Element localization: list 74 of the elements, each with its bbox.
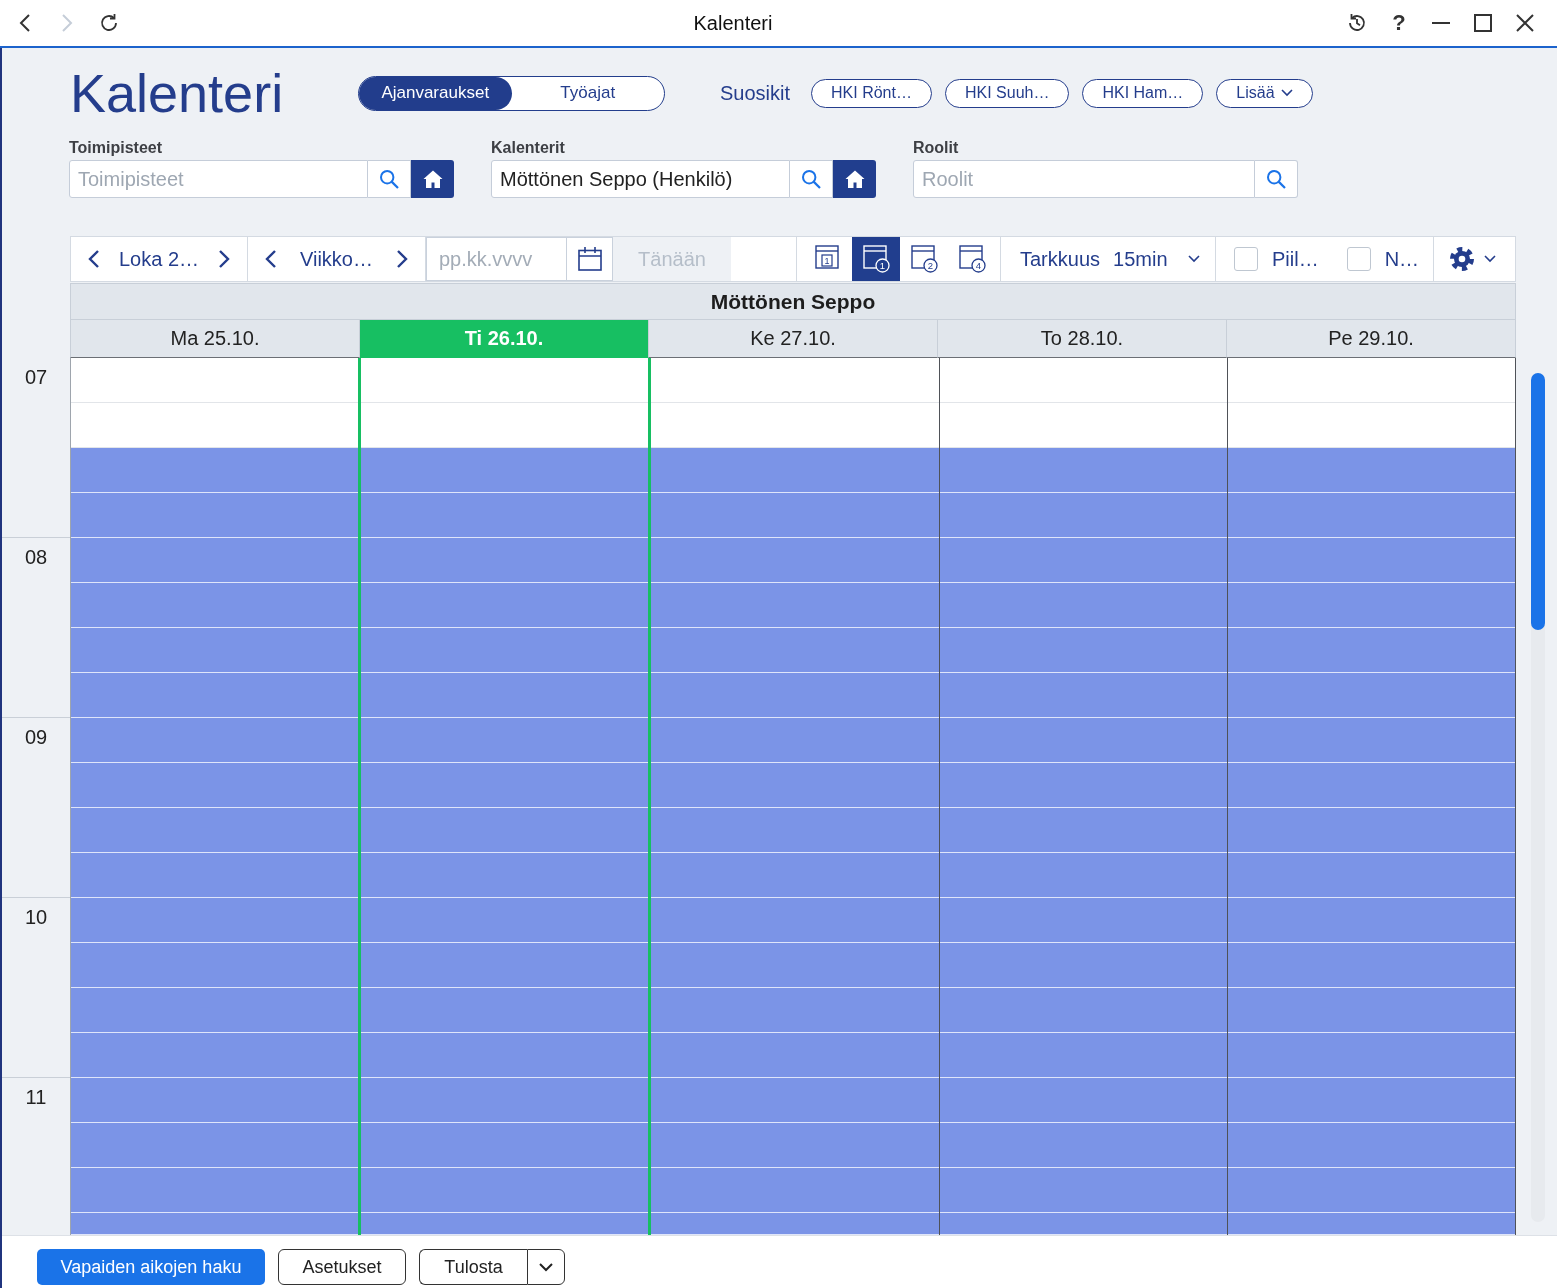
- search-button[interactable]: [790, 160, 833, 198]
- mode-tab[interactable]: Työajat: [511, 76, 664, 110]
- field-label: Kalenterit: [491, 138, 565, 158]
- chevron-right-icon: [396, 249, 408, 269]
- hour-label: 07: [24, 365, 48, 389]
- scrollbar-track[interactable]: [1531, 373, 1545, 1222]
- dropdown-toggle[interactable]: [527, 1249, 565, 1285]
- scrollbar-thumb[interactable]: [1531, 373, 1545, 630]
- close-icon: [1516, 14, 1534, 32]
- maximize-icon: [1474, 14, 1492, 32]
- day-header: Ti 26.10.: [360, 320, 649, 358]
- gear-icon: [1450, 247, 1474, 271]
- hour-label: 11: [25, 1085, 47, 1109]
- precision-label: Tarkkuus: [1020, 247, 1101, 271]
- day-header: Ke 27.10.: [649, 320, 938, 358]
- history-icon: [1347, 13, 1367, 33]
- field-label: Roolit: [913, 138, 959, 158]
- home-button[interactable]: [411, 160, 454, 198]
- chevron-down-icon: [539, 1262, 553, 1272]
- search-field[interactable]: Möttönen Seppo (Henkilö): [491, 160, 790, 198]
- hour-label: 08: [24, 545, 48, 569]
- help-button[interactable]: ?: [1378, 5, 1420, 41]
- search-icon: [1266, 169, 1286, 189]
- view-button[interactable]: 1: [804, 237, 852, 281]
- search-field[interactable]: Roolit: [913, 160, 1255, 198]
- chevron-right-icon: [218, 249, 230, 269]
- month-button[interactable]: Loka 2…: [117, 237, 201, 281]
- checkbox[interactable]: [1234, 247, 1258, 271]
- calendar-icon: [577, 247, 602, 271]
- date-field[interactable]: pp.kk.vvvv: [426, 237, 567, 281]
- hour-label: 09: [24, 725, 48, 749]
- search-icon: [801, 169, 821, 189]
- chevron-down-icon: [1484, 255, 1496, 263]
- window-title: Kalenteri: [693, 11, 773, 35]
- more-button[interactable]: Lisää: [1216, 78, 1313, 108]
- search-field[interactable]: Toimipisteet: [69, 160, 368, 198]
- chevron-left-icon: [88, 249, 100, 269]
- view-button[interactable]: 2: [900, 237, 948, 281]
- day-header: To 28.10.: [938, 320, 1227, 358]
- checkbox-label[interactable]: N…: [1384, 247, 1420, 271]
- field-label: Toimipisteet: [69, 138, 163, 158]
- search-icon: [379, 169, 399, 189]
- chevron-down-icon: [1187, 255, 1200, 263]
- view-button[interactable]: 4: [948, 237, 996, 281]
- home-button[interactable]: [833, 160, 876, 198]
- search-button[interactable]: [1255, 160, 1298, 198]
- day-header: Pe 29.10.: [1227, 320, 1516, 358]
- favorite-button[interactable]: HKI Suuh…: [944, 78, 1070, 108]
- search-button[interactable]: [368, 160, 411, 198]
- page-title: Kalenteri: [70, 66, 284, 120]
- refresh-icon: [99, 13, 119, 33]
- precision-dropdown[interactable]: 15min: [1113, 237, 1200, 281]
- action-button[interactable]: Vapaiden aikojen haku: [37, 1249, 265, 1285]
- day-header: Ma 25.10.: [70, 320, 360, 358]
- home-icon: [422, 170, 443, 188]
- week-button[interactable]: Viikko…: [294, 237, 379, 281]
- chevron-left-icon: [265, 249, 277, 269]
- hour-label: 10: [24, 905, 48, 929]
- chevron-left-icon: [19, 13, 31, 33]
- checkbox[interactable]: [1346, 247, 1371, 271]
- minimize-icon: [1432, 22, 1450, 24]
- action-button[interactable]: Asetukset: [278, 1249, 406, 1285]
- view-button[interactable]: 1: [852, 237, 900, 281]
- checkbox-label[interactable]: Piil…: [1272, 247, 1319, 271]
- mode-tab[interactable]: Ajanvaraukset: [359, 76, 512, 110]
- favorites-label: Suosikit: [720, 81, 791, 105]
- chevron-right-icon: [61, 13, 73, 33]
- chevron-down-icon: [1280, 89, 1293, 97]
- favorite-button[interactable]: HKI Rönt…: [811, 78, 932, 108]
- favorite-button[interactable]: HKI Ham…: [1082, 78, 1204, 108]
- action-button[interactable]: Tulosta: [419, 1249, 527, 1285]
- home-icon: [844, 170, 865, 188]
- date-picker-button[interactable]: [567, 237, 613, 281]
- resource-header: Möttönen Seppo: [70, 283, 1516, 320]
